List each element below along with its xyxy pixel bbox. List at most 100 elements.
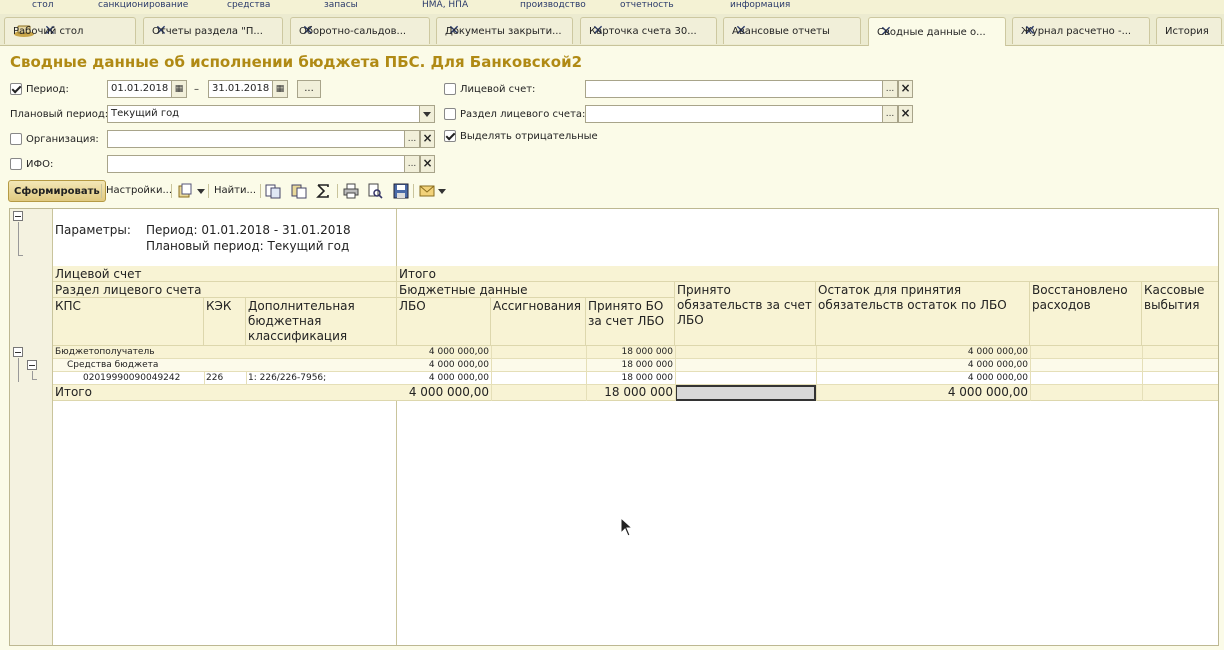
header-accepted-obl: Принято обязательств за счет ЛБО <box>675 282 816 346</box>
settings-button[interactable]: Настройки... <box>106 180 172 202</box>
preview-icon[interactable] <box>367 183 383 199</box>
account-checkbox[interactable] <box>444 83 456 95</box>
negative-label: Выделять отрицательные <box>460 131 598 142</box>
close-icon[interactable]: × <box>898 80 913 98</box>
collapse-toggle[interactable] <box>27 360 37 370</box>
params-plan: Плановый период: Текущий год <box>146 239 350 253</box>
tab-label: Оборотно-сальдов... <box>299 25 407 37</box>
cell-rem: 4 000 000,00 <box>967 373 1028 383</box>
ifo-select-button[interactable]: ... <box>404 155 420 173</box>
report-area[interactable]: Параметры: Период: 01.01.2018 - 31.01.20… <box>9 208 1219 646</box>
header-lbo: ЛБО <box>397 298 491 346</box>
tab-label: Рабочий стол <box>13 25 84 37</box>
menu-item[interactable]: средства <box>227 0 270 10</box>
org-checkbox[interactable] <box>10 133 22 145</box>
row-kps: 02019990090049242 <box>83 373 181 383</box>
cell-lbo: 4 000 000,00 <box>428 373 489 383</box>
total-rem: 4 000 000,00 <box>947 385 1028 399</box>
chevron-down-icon[interactable] <box>419 105 435 123</box>
table-row[interactable]: 02019990090049242 226 1: 226/226-7956; 4… <box>53 372 1218 385</box>
table-row[interactable]: Бюджетополучатель 4 000 000,00 18 000 00… <box>53 346 1218 359</box>
ifo-field[interactable] <box>107 155 420 173</box>
tab-reports[interactable]: Отчеты раздела "П... ✕ <box>143 17 283 44</box>
cell-lbo: 4 000 000,00 <box>428 360 489 370</box>
menu-item[interactable]: стол <box>32 0 53 10</box>
ifo-checkbox[interactable] <box>10 158 22 170</box>
row-name: Бюджетополучатель <box>55 347 155 357</box>
menu-item[interactable]: санкционирование <box>98 0 188 10</box>
tab-account-card[interactable]: Карточка счета 30... ✕ <box>580 17 717 44</box>
page-title: Сводные данные об исполнении бюджета ПБС… <box>10 53 583 71</box>
cell-rem: 4 000 000,00 <box>967 347 1028 357</box>
close-icon[interactable]: × <box>898 105 913 123</box>
plan-period-select[interactable]: Текущий год <box>107 105 435 123</box>
section-field[interactable] <box>585 105 898 123</box>
org-field[interactable] <box>107 130 420 148</box>
period-select-button[interactable]: ... <box>297 80 321 98</box>
header-budget-data: Бюджетные данные <box>397 282 675 298</box>
toolbar: Сформировать Настройки... Найти... <box>8 180 1218 202</box>
menu-item[interactable]: запасы <box>324 0 358 10</box>
tab-history[interactable]: История <box>1156 17 1222 44</box>
tab-summary[interactable]: Сводные данные о... ✕ <box>868 17 1006 46</box>
tab-desktop[interactable]: Рабочий стол ✕ <box>4 17 136 44</box>
total-label: Итого <box>55 385 92 399</box>
period-checkbox[interactable] <box>10 83 22 95</box>
cell-bo: 18 000 000 <box>621 373 673 383</box>
plan-period-label: Плановый период: <box>10 109 109 120</box>
date-dash: – <box>194 84 199 95</box>
section-select-button[interactable]: ... <box>882 105 898 123</box>
variant-icon[interactable] <box>177 183 193 199</box>
header-accepted-bo: Принято БО за счет ЛБО <box>586 298 675 346</box>
header-addclass: Дополнительная бюджетная классификация <box>246 298 397 346</box>
org-label: Организация: <box>26 134 99 145</box>
copy-icon[interactable] <box>265 183 281 199</box>
collapse-toggle[interactable] <box>13 211 23 221</box>
header-remaining: Остаток для принятия обязательств остато… <box>816 282 1030 346</box>
tab-advance-reports[interactable]: Авансовые отчеты ✕ <box>723 17 861 44</box>
cell-bo: 18 000 000 <box>621 360 673 370</box>
calendar-icon[interactable]: ▦ <box>171 80 187 98</box>
account-select-button[interactable]: ... <box>882 80 898 98</box>
tab-label: Документы закрыти... <box>445 25 562 37</box>
total-lbo: 4 000 000,00 <box>408 385 489 399</box>
cell-lbo: 4 000 000,00 <box>428 347 489 357</box>
tab-label: Отчеты раздела "П... <box>152 25 263 37</box>
save-icon[interactable] <box>393 183 409 199</box>
header-restored: Восстановлено расходов <box>1030 282 1142 346</box>
tab-label: История <box>1165 25 1209 37</box>
cell-rem: 4 000 000,00 <box>967 360 1028 370</box>
menu-item[interactable]: отчетность <box>620 0 674 10</box>
account-label: Лицевой счет: <box>460 84 536 95</box>
tab-turnover[interactable]: Оборотно-сальдов... ✕ <box>290 17 430 44</box>
table-row[interactable]: Средства бюджета 4 000 000,00 18 000 000… <box>53 359 1218 372</box>
menu-item[interactable]: производство <box>520 0 586 10</box>
mouse-cursor-icon <box>620 517 634 537</box>
negative-checkbox[interactable] <box>444 130 456 142</box>
org-select-button[interactable]: ... <box>404 130 420 148</box>
calendar-icon[interactable]: ▦ <box>272 80 288 98</box>
printer-icon[interactable] <box>343 183 359 199</box>
collapse-toggle[interactable] <box>13 347 23 357</box>
generate-button[interactable]: Сформировать <box>8 180 106 202</box>
tab-label: Журнал расчетно -... <box>1021 25 1132 37</box>
row-name: Средства бюджета <box>67 360 159 370</box>
find-button[interactable]: Найти... <box>214 180 256 202</box>
close-icon[interactable]: × <box>420 155 435 173</box>
sigma-icon[interactable] <box>315 183 331 199</box>
menu-item[interactable]: НМА, НПА <box>422 0 468 10</box>
header-itogo: Итого <box>397 266 1218 282</box>
selected-cell[interactable] <box>675 385 816 401</box>
total-row[interactable]: Итого 4 000 000,00 18 000 000 4 000 000,… <box>53 385 1218 401</box>
tab-journal[interactable]: Журнал расчетно -... ✕ <box>1012 17 1150 44</box>
close-icon[interactable]: × <box>420 130 435 148</box>
section-checkbox[interactable] <box>444 108 456 120</box>
tab-closing-docs[interactable]: Документы закрыти... ✕ <box>436 17 573 44</box>
account-field[interactable] <box>585 80 898 98</box>
mail-icon[interactable] <box>419 183 435 199</box>
row-kek: 226 <box>206 373 224 383</box>
section-label: Раздел лицевого счета: <box>460 109 586 120</box>
header-cash: Кассовые выбытия <box>1142 282 1218 346</box>
menu-item[interactable]: информация <box>730 0 790 10</box>
paste-icon[interactable] <box>291 183 307 199</box>
